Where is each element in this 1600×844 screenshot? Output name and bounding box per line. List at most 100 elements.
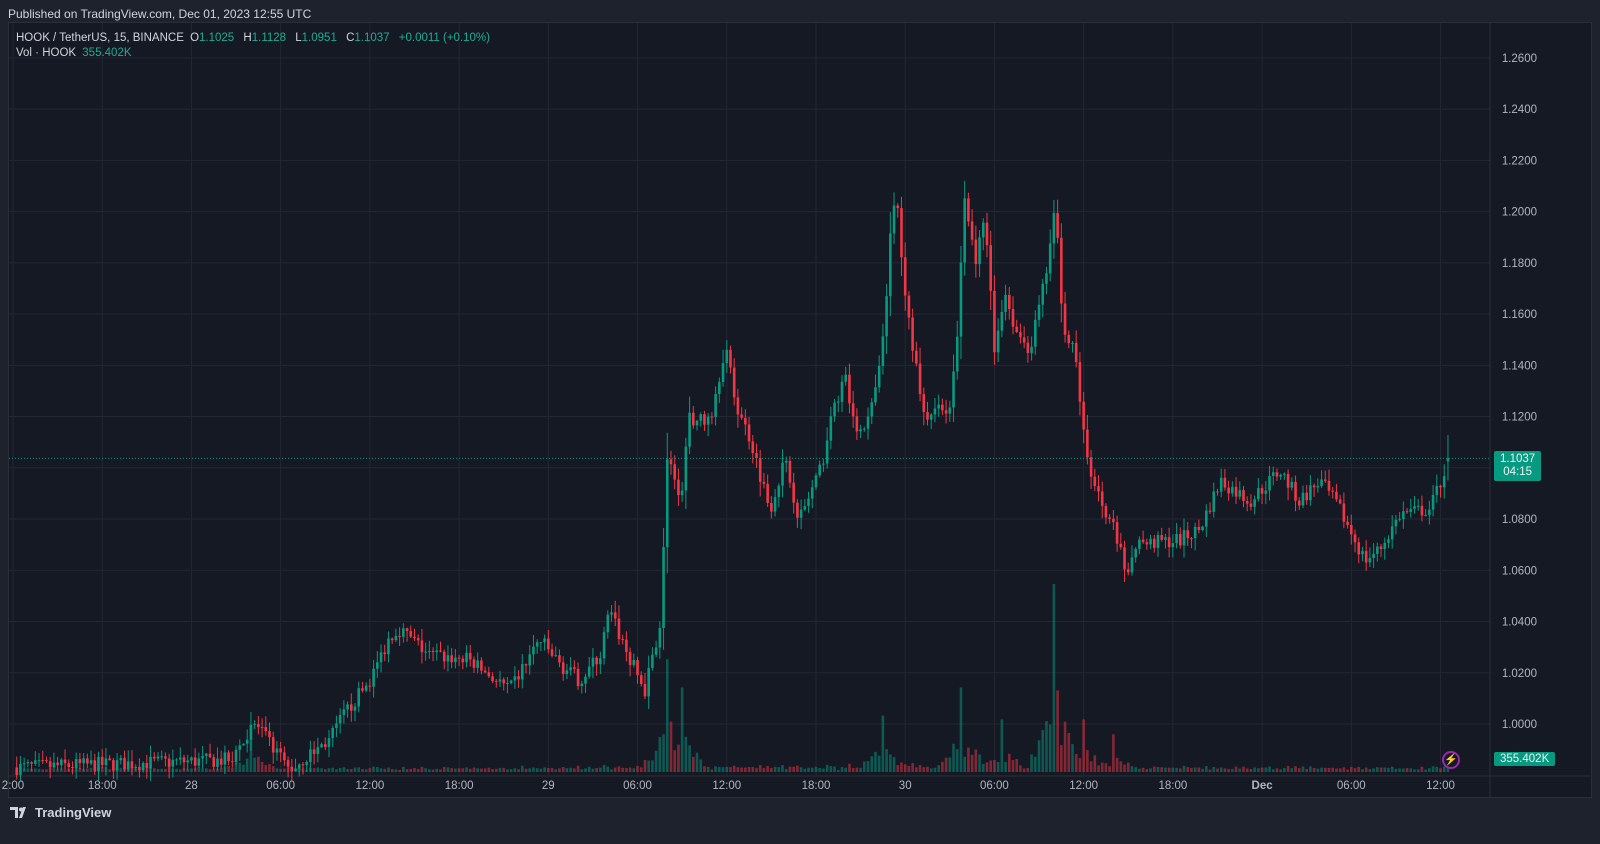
volume-bar	[1193, 767, 1197, 772]
candle-down	[483, 670, 487, 673]
volume-bar	[37, 768, 41, 772]
volume-bar	[889, 754, 892, 772]
volume-bar	[1216, 768, 1219, 772]
footer-brand[interactable]: TradingView	[10, 805, 111, 820]
volume-bar	[1141, 767, 1145, 772]
candle-down	[926, 412, 929, 420]
candle-down	[439, 650, 442, 652]
candle-up	[725, 349, 729, 364]
candle-up	[1193, 526, 1197, 539]
candle-up	[658, 628, 662, 648]
candle-down	[494, 681, 498, 683]
volume-bar	[981, 763, 985, 772]
volume-bar	[714, 766, 717, 772]
candle-down	[286, 760, 290, 767]
candle-down	[1208, 510, 1212, 512]
volume-bar	[933, 767, 937, 772]
volume-bar	[242, 764, 245, 772]
candle-up	[814, 475, 818, 488]
candle-up	[1409, 508, 1413, 512]
candle-up	[520, 664, 524, 680]
volume-bar	[840, 767, 844, 772]
volume-bar	[52, 768, 56, 772]
candle-up	[654, 647, 658, 655]
volume-bar	[1060, 745, 1063, 772]
candle-up	[1383, 542, 1387, 550]
candle-down	[1275, 472, 1279, 477]
volume-bar	[892, 757, 896, 772]
volume-bar	[67, 768, 71, 772]
candle-down	[967, 198, 970, 222]
candle-down	[595, 657, 598, 665]
volume-bar	[1320, 767, 1323, 772]
tradingview-logo-icon	[10, 806, 26, 818]
candle-down	[1060, 237, 1063, 304]
candlestick-chart[interactable]: 1.2600 1.2400 1.2200 1.2000 1.1800 1.1600 1.14…	[0, 0, 1600, 844]
candle-up	[699, 414, 703, 421]
volume-bar	[766, 766, 769, 772]
volume-bar	[1208, 769, 1212, 772]
candle-down	[1331, 490, 1335, 492]
x-tick-label: 06:00	[980, 780, 1009, 792]
volume-bar	[1294, 766, 1297, 772]
candle-down	[1346, 521, 1349, 526]
candle-up	[859, 429, 862, 432]
volume-bar	[513, 768, 517, 772]
candle-down	[468, 652, 472, 660]
volume-bar	[509, 769, 513, 772]
volume-bar	[164, 768, 167, 772]
volume-bar	[1190, 767, 1193, 772]
volume-bar	[1138, 768, 1141, 772]
volume-bar	[692, 756, 695, 772]
volume-bar	[584, 768, 587, 772]
volume-bar	[167, 766, 171, 772]
candle-down	[1305, 492, 1308, 501]
x-tick-label: 18:00	[802, 780, 831, 792]
volume-bar	[398, 769, 401, 772]
candle-down	[1074, 342, 1078, 363]
y-tick-label: 1.1600	[1502, 309, 1537, 321]
candle-up	[591, 657, 595, 667]
candle-up	[684, 446, 688, 491]
candle-down	[1089, 457, 1093, 477]
volume-bar	[1007, 753, 1011, 772]
candle-up	[807, 498, 810, 507]
volume-bar	[1063, 721, 1067, 772]
volume-bar	[56, 769, 59, 772]
volume-bar	[145, 769, 149, 772]
volume-bar	[506, 769, 509, 772]
lightning-icon[interactable]: ⚡	[1442, 751, 1460, 769]
candle-down	[71, 767, 74, 769]
candle-down	[758, 458, 762, 482]
volume-bar	[152, 768, 156, 772]
candle-down	[457, 657, 461, 659]
volume-bar	[1238, 768, 1242, 772]
candle-up	[892, 205, 896, 234]
candle-down	[851, 403, 855, 417]
x-tick-label: 12:00	[355, 780, 384, 792]
volume-bar	[193, 768, 197, 772]
volume-bar	[428, 769, 431, 772]
candle-down	[442, 651, 446, 662]
y-tick-label: 1.2400	[1502, 104, 1537, 116]
volume-bar	[1037, 740, 1041, 772]
candle-down	[1197, 526, 1201, 530]
volume-bar	[141, 767, 145, 772]
volume-bar	[1026, 767, 1030, 772]
volume-bar	[974, 749, 978, 772]
volume-bar	[1205, 766, 1208, 772]
candle-up	[22, 763, 26, 765]
candle-down	[1145, 542, 1149, 545]
volume-bar	[1119, 761, 1123, 772]
symbol-title[interactable]: HOOK / TetherUS, 15, BINANCE	[16, 32, 184, 44]
candle-down	[1063, 303, 1067, 335]
candle-down	[944, 410, 948, 414]
candle-up	[364, 685, 368, 691]
volume-bar	[1212, 767, 1216, 772]
volume-bar	[1201, 768, 1204, 772]
volume-bar	[1219, 767, 1223, 772]
candle-down	[747, 424, 751, 442]
candle-up	[309, 749, 312, 763]
candle-up	[948, 407, 952, 414]
volume-bar	[123, 766, 126, 772]
